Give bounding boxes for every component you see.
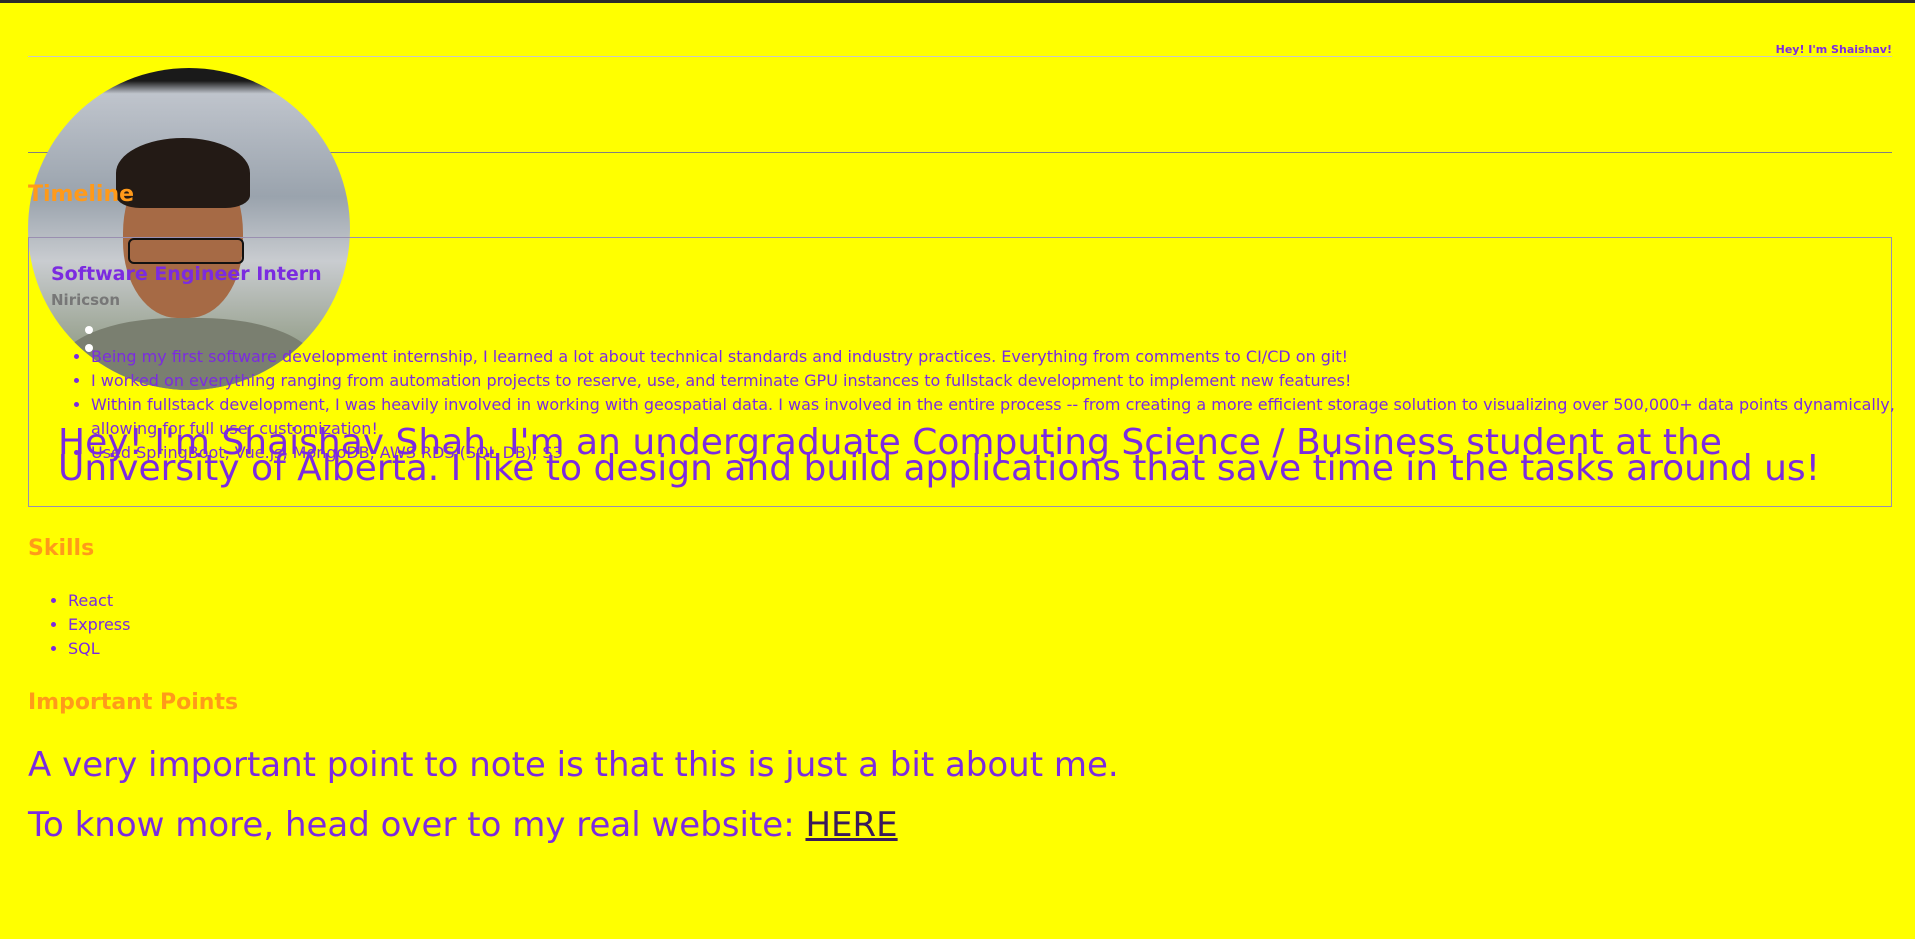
- real-website-link[interactable]: HERE: [805, 805, 897, 845]
- hero-intro: Hey! I'm Shaishav Shah. I'm an undergrad…: [58, 422, 1821, 489]
- important-point-2: To know more, head over to my real websi…: [28, 805, 898, 845]
- profile-photo-hair: [116, 138, 250, 208]
- skill-item: SQL: [68, 637, 130, 661]
- job-point: I worked on everything ranging from auto…: [91, 369, 1915, 393]
- timeline-heading: Timeline: [28, 182, 135, 207]
- header-divider: [28, 56, 1892, 57]
- job-company: Niricson: [51, 291, 121, 309]
- page-container: Hey! I'm Shaishav! Timeline Software Eng…: [28, 0, 1895, 939]
- important-point-1: A very important point to note is that t…: [28, 745, 1119, 785]
- skills-list: React Express SQL: [28, 589, 130, 661]
- skill-item: React: [68, 589, 130, 613]
- header-greeting: Hey! I'm Shaishav!: [1775, 43, 1892, 56]
- job-title: Software Engineer Intern: [51, 263, 322, 285]
- skills-heading: Skills: [28, 536, 95, 561]
- important-heading: Important Points: [28, 690, 239, 715]
- skill-item: Express: [68, 613, 130, 637]
- timeline-dot-icon: [85, 326, 93, 334]
- important-point-2-text: To know more, head over to my real websi…: [28, 805, 806, 845]
- job-point: Being my first software development inte…: [91, 345, 1915, 369]
